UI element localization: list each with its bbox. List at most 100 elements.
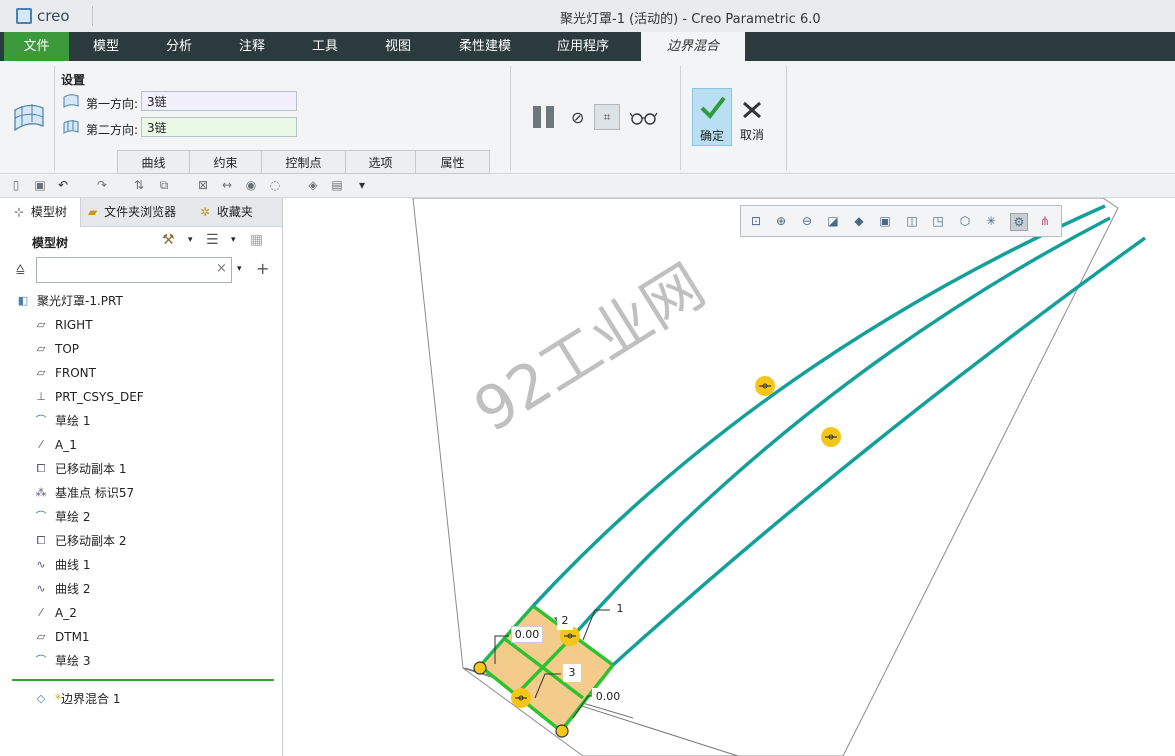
tree-item[interactable]: ▱ TOP [34, 340, 79, 358]
tree-item[interactable]: ▱ RIGHT [34, 316, 93, 334]
save-icon[interactable]: ▣ [33, 178, 47, 192]
subtab-options[interactable]: 选项 [345, 150, 416, 174]
tree-columns-dropdown-icon[interactable]: ▾ [231, 235, 236, 245]
clear-search-icon[interactable]: × [216, 261, 227, 276]
menu-bar: 文件 模型 分析 注释 工具 视图 柔性建模 应用程序 边界混合 [0, 32, 1175, 61]
render-icon[interactable]: ◈ [306, 178, 320, 192]
anchor-point[interactable] [555, 724, 569, 738]
verify-mode-icon[interactable] [630, 110, 658, 126]
tree-item-boundary-blend[interactable]: ◇ *边界混合 1 [34, 690, 121, 708]
tab-applications[interactable]: 应用程序 [543, 32, 623, 61]
add-filter-icon[interactable]: + [256, 259, 269, 278]
datum-display-icon[interactable]: ✳ [983, 213, 999, 229]
search-dropdown-icon[interactable]: ▾ [237, 264, 242, 274]
customize-dropdown-icon[interactable]: ▾ [355, 178, 369, 192]
ok-label: 确定 [699, 129, 724, 143]
saved-orientations-icon[interactable]: ▣ [877, 213, 893, 229]
filter-icon[interactable]: ⩠ [16, 261, 25, 277]
tree-item[interactable]: ▱ DTM1 [34, 628, 90, 646]
tree-item[interactable]: ⧠ 已移动副本 2 [34, 532, 127, 550]
tree-item[interactable]: ⁄ A_1 [34, 436, 77, 454]
open-icon[interactable]: ▤ [330, 178, 344, 192]
tree-filter-icon[interactable]: ▦ [250, 232, 263, 248]
display-style-icon[interactable]: ◆ [851, 213, 867, 229]
tab-annotate[interactable]: 注释 [218, 32, 286, 61]
appearance-icon[interactable]: ◌ [268, 178, 282, 192]
tree-item[interactable]: ∿ 曲线 2 [34, 580, 90, 598]
tab-view[interactable]: 视图 [364, 32, 432, 61]
curve-label-1[interactable]: 1 [610, 600, 630, 618]
subtab-control-points[interactable]: 控制点 [261, 150, 346, 174]
curve-label-3[interactable]: 3 [563, 664, 581, 682]
new-file-icon[interactable]: ▯ [9, 178, 23, 192]
zoom-out-icon[interactable]: ⊖ [799, 213, 815, 229]
drag-handle[interactable] [821, 427, 841, 447]
redo-icon[interactable]: ↷ [95, 178, 109, 192]
regenerate-icon[interactable]: ⇅ [132, 178, 146, 192]
tab-boundary-blend[interactable]: 边界混合 [641, 32, 745, 61]
tree-item[interactable]: ⌒ 草绘 2 [34, 508, 91, 526]
windows-icon[interactable]: ⧉ [157, 178, 171, 192]
subtab-constraints[interactable]: 约束 [189, 150, 262, 174]
close-window-icon[interactable]: ⊠ [196, 178, 210, 192]
repaint-icon[interactable]: ◪ [825, 213, 841, 229]
datum-plane-icon: ▱ [36, 630, 46, 643]
tab-model[interactable]: 模型 [72, 32, 140, 61]
tree-item[interactable]: ⁂ 基准点 标识57 [34, 484, 135, 502]
view-manager-icon[interactable]: ◫ [904, 213, 920, 229]
axis-icon: ⁄ [40, 438, 42, 451]
app-name: creo [37, 7, 70, 25]
subtab-properties[interactable]: 属性 [415, 150, 490, 174]
tangency-dimension-a[interactable]: 0.00 [511, 626, 543, 643]
curve-label-2[interactable]: 2 [557, 612, 573, 630]
tree-columns-icon[interactable]: ☰ [206, 232, 219, 248]
tab-analysis[interactable]: 分析 [145, 32, 213, 61]
drag-handle[interactable] [511, 688, 531, 708]
second-direction-label: 第二方向: [86, 123, 139, 137]
tree-settings-dropdown-icon[interactable]: ▾ [188, 235, 193, 245]
cancel-button[interactable]: 取消 [736, 88, 768, 146]
zoom-in-icon[interactable]: ⊕ [773, 213, 789, 229]
annotation-display-icon[interactable]: ⚙ [1010, 213, 1028, 231]
tree-item[interactable]: ⌒ 草绘 1 [34, 412, 91, 430]
tab-flexible-modeling[interactable]: 柔性建模 [447, 32, 523, 61]
tree-item-label: 草绘 1 [55, 414, 91, 428]
tab-file[interactable]: 文件 [4, 32, 69, 61]
insert-indicator [12, 679, 274, 681]
shade-icon[interactable]: ◉ [244, 178, 258, 192]
tree-settings-icon[interactable]: ⚒ [162, 232, 175, 248]
first-direction-collector[interactable]: 3链 [141, 91, 297, 111]
measure-icon[interactable]: ↔ [220, 178, 234, 192]
perspective-icon[interactable]: ◳ [930, 213, 946, 229]
tree-item-label: PRT_CSYS_DEF [55, 390, 144, 404]
tree-item[interactable]: ⁄ A_2 [34, 604, 77, 622]
tree-item[interactable]: ▱ FRONT [34, 364, 96, 382]
pause-button[interactable] [533, 106, 555, 128]
no-preview-icon[interactable]: ⊘ [571, 108, 584, 127]
undo-icon[interactable]: ↶ [56, 178, 70, 192]
spin-center-icon[interactable]: ⋔ [1037, 213, 1053, 229]
subtab-curves[interactable]: 曲线 [117, 150, 190, 174]
refit-icon[interactable]: ⊡ [748, 213, 764, 229]
tree-item-label: 曲线 1 [55, 558, 91, 572]
creo-logo[interactable]: creo [16, 7, 70, 25]
tree-item[interactable]: ∿ 曲线 1 [34, 556, 90, 574]
tab-tools[interactable]: 工具 [291, 32, 359, 61]
section-icon[interactable]: ⬡ [957, 213, 973, 229]
ok-button[interactable]: 确定 [692, 88, 732, 146]
tree-item[interactable]: ⊥ PRT_CSYS_DEF [34, 388, 144, 406]
tree-item[interactable]: ⌒ 草绘 3 [34, 652, 91, 670]
tree-search-input[interactable] [36, 257, 232, 283]
tree-root[interactable]: ◧ 聚光灯罩-1.PRT [16, 292, 123, 310]
tab-model-tree[interactable]: ⊹ 模型树 [0, 198, 81, 227]
tangency-dimension-b[interactable]: 0.00 [592, 688, 624, 705]
model-canvas [412, 198, 1147, 756]
tab-favorites[interactable]: ✲ 收藏夹 [200, 198, 253, 226]
tab-folder-browser[interactable]: ▰ 文件夹浏览器 [88, 198, 176, 226]
second-direction-icon [63, 120, 79, 134]
drag-handle[interactable] [755, 376, 775, 396]
second-direction-collector[interactable]: 3链 [141, 117, 297, 137]
geometry-preview-icon[interactable]: ⌗ [594, 104, 620, 130]
tree-item[interactable]: ⧠ 已移动副本 1 [34, 460, 127, 478]
anchor-point[interactable] [473, 661, 487, 675]
